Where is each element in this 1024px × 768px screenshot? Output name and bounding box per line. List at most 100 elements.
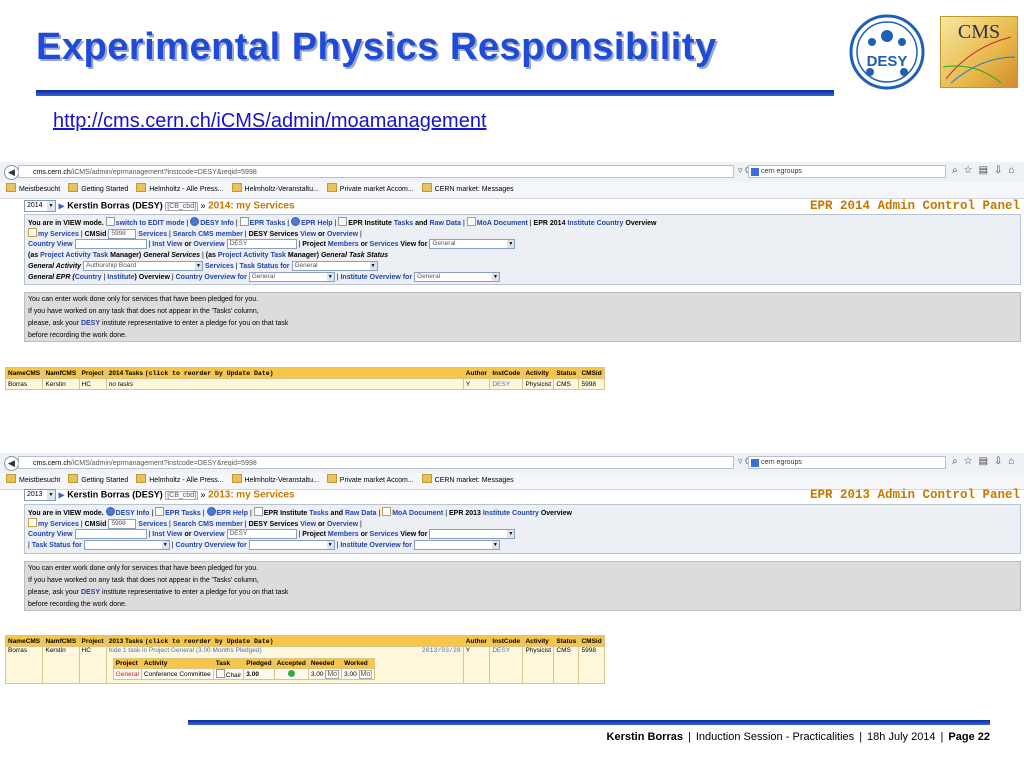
- search-member-link[interactable]: Search CMS member: [173, 521, 243, 528]
- footer-date: 18h July 2014: [867, 731, 936, 743]
- address-bar[interactable]: cms.cern.ch/iCMS/admin/eprmanagement?ins…: [18, 165, 734, 178]
- desy-rep-link[interactable]: DESY: [81, 589, 100, 596]
- bookmark-helmholtz-press[interactable]: Helmholtz - Alle Press...: [136, 473, 224, 489]
- project-services-link[interactable]: Services: [370, 531, 399, 538]
- project-activity-task-link[interactable]: Project Activity Task: [40, 252, 108, 259]
- overview-link[interactable]: Overview: [327, 521, 358, 528]
- view-link[interactable]: View: [300, 521, 316, 528]
- epr-help-link[interactable]: EPR Help: [217, 510, 249, 517]
- moa-doc-link[interactable]: MoA Document: [392, 510, 443, 517]
- institute-overview-link[interactable]: Institute Overview for: [340, 274, 412, 281]
- institute-country-link[interactable]: Institute Country: [483, 510, 539, 517]
- back-icon[interactable]: ◀: [4, 165, 19, 180]
- epr-institute-link[interactable]: Institute: [107, 274, 134, 281]
- moa-doc-link[interactable]: MoA Document: [477, 220, 528, 227]
- help-icon: [291, 217, 301, 226]
- bookmark-cern-market[interactable]: CERN market: Messages: [421, 473, 514, 489]
- desy-rep-link[interactable]: DESY: [81, 320, 100, 327]
- project-select[interactable]: ▼: [429, 529, 516, 540]
- footer-rule: [188, 720, 990, 725]
- services-link[interactable]: Services: [138, 231, 167, 238]
- toolbar-icons[interactable]: ⌕☆▤⇩⌂: [952, 456, 1020, 467]
- tasks-icon: [239, 217, 249, 226]
- project-select[interactable]: General ▼: [429, 239, 516, 250]
- tasks-link[interactable]: Tasks: [309, 510, 328, 517]
- members-link[interactable]: Members: [328, 531, 359, 538]
- year-select[interactable]: 2013 ▼: [24, 489, 56, 501]
- cmsid-input[interactable]: 5998: [108, 229, 137, 240]
- bookmark-private-market[interactable]: Private market Accom...: [326, 182, 414, 198]
- bookmark-getting-started[interactable]: Getting Started: [68, 473, 128, 489]
- reorder-link[interactable]: (click to reorder by Update Date): [145, 370, 274, 377]
- bookmark-getting-started[interactable]: Getting Started: [68, 182, 128, 198]
- activity-select[interactable]: Authorship Board ▼: [83, 261, 203, 272]
- slide-url-link[interactable]: http://cms.cern.ch/iCMS/admin/moamanagem…: [53, 110, 487, 133]
- toolbar-icons[interactable]: ⌕☆▤⇩⌂: [952, 165, 1020, 176]
- inst-overview-link[interactable]: Overview: [193, 531, 224, 538]
- country-overview-select[interactable]: General ▼: [248, 272, 335, 283]
- epr-help-link[interactable]: EPR Help: [301, 220, 333, 227]
- bookmark-cern-market[interactable]: CERN market: Messages: [421, 182, 514, 198]
- view-link[interactable]: View: [300, 231, 316, 238]
- address-bar[interactable]: cms.cern.ch/iCMS/admin/eprmanagement?ins…: [18, 456, 734, 469]
- epr-country-link[interactable]: Country: [75, 274, 102, 281]
- bookmark-meistbesucht[interactable]: Meistbesucht: [6, 473, 60, 489]
- country-view-link[interactable]: Country View: [28, 531, 73, 538]
- project-general-link[interactable]: General: [112, 668, 142, 680]
- institute-input[interactable]: DESY: [226, 239, 297, 250]
- country-input[interactable]: [74, 529, 147, 540]
- search-input[interactable]: cern egroups: [748, 165, 946, 178]
- project-activity-task-link-2[interactable]: Project Activity Task: [218, 252, 286, 259]
- reorder-link[interactable]: (click to reorder by Update Date): [145, 638, 274, 645]
- task-status-link[interactable]: Task Status for: [32, 542, 82, 549]
- institute-country-link[interactable]: Institute Country: [567, 220, 623, 227]
- inst-view-link[interactable]: Inst View: [152, 241, 182, 248]
- cmsid-input[interactable]: 5998: [108, 519, 137, 530]
- institute-icon: [253, 507, 263, 516]
- activity-services-link[interactable]: Services: [205, 263, 234, 270]
- back-icon[interactable]: ◀: [4, 456, 19, 471]
- inst-view-link[interactable]: Inst View: [152, 531, 182, 538]
- table-row: Borras Kerstin HC no tasks Y DESY Physicist C…: [4, 378, 605, 390]
- country-overview-select[interactable]: ▼: [248, 540, 335, 551]
- epr-tasks-link[interactable]: EPR Tasks: [250, 220, 286, 227]
- members-link[interactable]: Members: [328, 241, 359, 248]
- institute-input[interactable]: DESY: [226, 529, 297, 540]
- update-date: 2013/03/28: [421, 647, 461, 654]
- epr-tasks-link[interactable]: EPR Tasks: [165, 510, 201, 517]
- tasks-table-2014: NameCMS NamfCMS Project 2014 Tasks (click …: [4, 367, 605, 390]
- country-overview-link[interactable]: Country Overview for: [176, 542, 247, 549]
- task-status-select[interactable]: ▼: [83, 540, 170, 551]
- overview-link[interactable]: Overview: [327, 231, 358, 238]
- institute-overview-select[interactable]: General ▼: [414, 272, 501, 283]
- bookmark-meistbesucht[interactable]: Meistbesucht: [6, 182, 60, 198]
- inst-overview-link[interactable]: Overview: [193, 241, 224, 248]
- country-view-link[interactable]: Country View: [28, 241, 73, 248]
- switch-edit-link[interactable]: switch to EDIT mode: [116, 220, 185, 227]
- institute-overview-link[interactable]: Institute Overview for: [340, 542, 412, 549]
- search-input[interactable]: cern egroups: [748, 456, 946, 469]
- bookmark-private-market[interactable]: Private market Accom...: [326, 473, 414, 489]
- hide-task-link[interactable]: hide 1 task in Project General (3.00 Mon…: [109, 647, 262, 654]
- raw-data-link[interactable]: Raw Data: [345, 510, 377, 517]
- country-input[interactable]: [74, 239, 147, 250]
- arrow-icon: ▶: [58, 201, 65, 211]
- country-overview-link[interactable]: Country Overview for: [176, 274, 247, 281]
- desy-info-link[interactable]: DESY Info: [200, 220, 234, 227]
- project-services-link[interactable]: Services: [370, 241, 399, 248]
- bookmark-helmholtz-events[interactable]: Helmholtz-Veranstaltu...: [231, 182, 319, 198]
- my-services-link[interactable]: my Services: [38, 521, 79, 528]
- bookmark-helmholtz-events[interactable]: Helmholtz-Veranstaltu...: [231, 473, 319, 489]
- desy-info-link[interactable]: DESY Info: [116, 510, 150, 517]
- my-services-link[interactable]: my Services: [38, 231, 79, 238]
- task-status-link[interactable]: Task Status for: [239, 263, 289, 270]
- search-member-link[interactable]: Search CMS member: [173, 231, 243, 238]
- services-link[interactable]: Services: [138, 521, 167, 528]
- year-select[interactable]: 2014 ▼: [24, 200, 56, 212]
- institute-overview-select[interactable]: ▼: [413, 540, 500, 551]
- tasks-link[interactable]: Tasks: [394, 220, 413, 227]
- title-rule: [36, 90, 834, 96]
- raw-data-link[interactable]: Raw Data: [430, 220, 462, 227]
- bookmark-helmholtz-press[interactable]: Helmholtz - Alle Press...: [136, 182, 224, 198]
- task-status-select[interactable]: General ▼: [291, 261, 378, 272]
